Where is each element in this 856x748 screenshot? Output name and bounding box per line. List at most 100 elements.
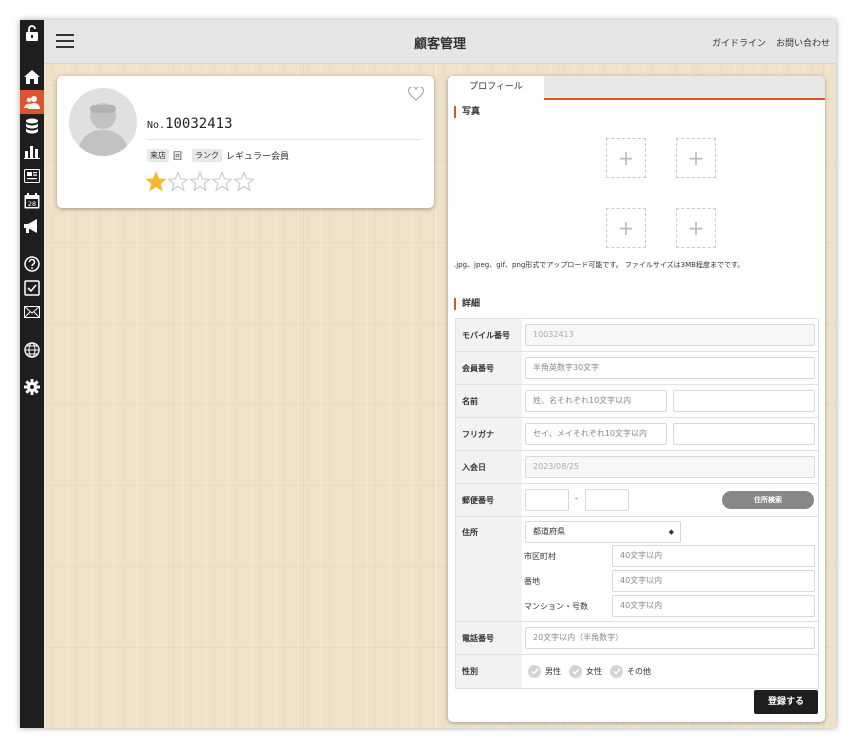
- upload-note: .jpg、jpeg、gif、png形式でアップロード可能です。 ファイルサイズは…: [454, 261, 745, 269]
- customer-number-value: 10032413: [165, 116, 233, 132]
- member-row: 会員番号 半角英数字30文字: [456, 352, 818, 385]
- first-kana-field[interactable]: [673, 423, 815, 445]
- reader-icon[interactable]: [23, 167, 41, 185]
- detail-form: モバイル番号 10032413 会員番号 半角英数字30文字 名前 姓、名それぞ…: [455, 318, 819, 689]
- star-filled-icon[interactable]: [145, 171, 167, 192]
- favorite-heart-icon[interactable]: [408, 86, 424, 105]
- plus-icon: +: [687, 216, 705, 240]
- zip-second-field[interactable]: [585, 489, 629, 511]
- register-button[interactable]: 登録する: [754, 690, 818, 714]
- plus-icon: +: [617, 216, 635, 240]
- star-rating[interactable]: [145, 171, 255, 192]
- plus-icon: +: [617, 146, 635, 170]
- star-empty-icon[interactable]: [189, 171, 211, 192]
- gender-option-label: 女性: [586, 667, 602, 676]
- form-panel: プロフィール 写真 + + + + .jpg、jpeg、gif、png形式でアッ…: [448, 76, 825, 722]
- top-bar: 顧客管理 ガイドライン お問い合わせ: [44, 20, 836, 64]
- first-name-field[interactable]: [673, 390, 815, 412]
- star-empty-icon[interactable]: [233, 171, 255, 192]
- customer-tags: 来店 回 ランク レギュラー会員: [147, 149, 289, 162]
- gender-option-female[interactable]: 女性: [569, 665, 602, 678]
- city-field[interactable]: 40文字以内: [612, 545, 815, 567]
- tab-bar: プロフィール: [448, 76, 825, 100]
- stats-icon[interactable]: [23, 142, 41, 160]
- rank-value: レギュラー会員: [226, 152, 290, 162]
- address-row: 住所 都道府県 ◆ 市区町村 40文字以内 番地 40文字以内 マンション・号数…: [456, 517, 818, 622]
- star-empty-icon[interactable]: [167, 171, 189, 192]
- home-icon[interactable]: [23, 68, 41, 86]
- database-icon[interactable]: [23, 117, 41, 135]
- calendar-icon[interactable]: 28: [23, 192, 41, 210]
- mail-icon[interactable]: [23, 303, 41, 321]
- calendar-day: 28: [28, 200, 36, 208]
- kana-label: フリガナ: [456, 418, 522, 450]
- phone-field[interactable]: 20文字以内（半角数字）: [525, 627, 815, 649]
- plus-icon: +: [687, 146, 705, 170]
- guideline-link[interactable]: ガイドライン: [712, 36, 766, 49]
- photo-slot[interactable]: +: [606, 138, 646, 178]
- zip-separator: -: [575, 494, 578, 503]
- users-icon[interactable]: [20, 90, 44, 114]
- select-arrows-icon: ◆: [668, 528, 674, 536]
- contact-link[interactable]: お問い合わせ: [776, 36, 830, 49]
- checkbox-icon[interactable]: [23, 279, 41, 297]
- card-divider: [147, 139, 421, 140]
- check-icon: [528, 665, 541, 678]
- gear-icon[interactable]: [23, 378, 41, 396]
- mobile-field[interactable]: 10032413: [525, 324, 815, 346]
- check-icon: [569, 665, 582, 678]
- member-label: 会員番号: [456, 352, 522, 384]
- zip-first-field[interactable]: [525, 489, 569, 511]
- app-window: 28 顧客管理 ガイドライン お問い合わせ No.10032413 来店 回 ラ…: [20, 20, 836, 728]
- detail-section-title: 詳細: [454, 298, 480, 310]
- photo-slot[interactable]: +: [676, 138, 716, 178]
- megaphone-icon[interactable]: [23, 217, 41, 235]
- rank-tag: ランク: [192, 149, 223, 162]
- gender-option-other[interactable]: その他: [610, 665, 651, 678]
- gender-label: 性別: [456, 655, 522, 688]
- visit-count: 回: [173, 152, 183, 162]
- kana-row: フリガナ セイ、メイそれぞれ10文字以内: [456, 418, 818, 451]
- prefecture-select[interactable]: 都道府県 ◆: [525, 521, 681, 543]
- photo-slot[interactable]: +: [606, 208, 646, 248]
- name-row: 名前 姓、名それぞれ10文字以内: [456, 385, 818, 418]
- main-area: No.10032413 来店 回 ランク レギュラー会員 プロフィール 写真 +…: [44, 64, 836, 728]
- building-label: マンション・号数: [524, 602, 588, 611]
- gender-option-male[interactable]: 男性: [528, 665, 561, 678]
- address-label: 住所: [456, 517, 522, 621]
- customer-number-prefix: No.: [147, 120, 166, 131]
- phone-row: 電話番号 20文字以内（半角数字）: [456, 622, 818, 655]
- avatar: [69, 88, 137, 156]
- gender-row: 性別 男性 女性 その他: [456, 655, 818, 688]
- gender-option-label: その他: [627, 667, 651, 676]
- globe-icon[interactable]: [23, 341, 41, 359]
- joined-date-field[interactable]: 2023/08/25: [525, 456, 815, 478]
- tab-profile[interactable]: プロフィール: [448, 76, 544, 100]
- customer-number: No.10032413: [147, 113, 233, 132]
- zip-label: 郵便番号: [456, 484, 522, 516]
- street-field[interactable]: 40文字以内: [612, 570, 815, 592]
- member-number-field[interactable]: 半角英数字30文字: [525, 357, 815, 379]
- prefecture-value: 都道府県: [533, 527, 565, 536]
- photo-slot[interactable]: +: [676, 208, 716, 248]
- zip-row: 郵便番号 - 住所検索: [456, 484, 818, 517]
- profile-card: No.10032413 来店 回 ランク レギュラー会員: [57, 76, 434, 208]
- name-label: 名前: [456, 385, 522, 417]
- mobile-row: モバイル番号 10032413: [456, 319, 818, 352]
- last-name-field[interactable]: 姓、名それぞれ10文字以内: [525, 390, 667, 412]
- gender-option-label: 男性: [545, 667, 561, 676]
- city-label: 市区町村: [524, 552, 556, 561]
- sidebar: 28: [20, 20, 44, 728]
- help-icon[interactable]: [23, 255, 41, 273]
- mobile-label: モバイル番号: [456, 319, 522, 351]
- address-search-button[interactable]: 住所検索: [722, 491, 814, 509]
- building-field[interactable]: 40文字以内: [612, 595, 815, 617]
- star-empty-icon[interactable]: [211, 171, 233, 192]
- last-kana-field[interactable]: セイ、メイそれぞれ10文字以内: [525, 423, 667, 445]
- joined-label: 入会日: [456, 451, 522, 483]
- lock-icon[interactable]: [23, 24, 41, 42]
- visit-tag: 来店: [147, 149, 169, 162]
- street-label: 番地: [524, 577, 540, 586]
- phone-label: 電話番号: [456, 622, 522, 654]
- joined-row: 入会日 2023/08/25: [456, 451, 818, 484]
